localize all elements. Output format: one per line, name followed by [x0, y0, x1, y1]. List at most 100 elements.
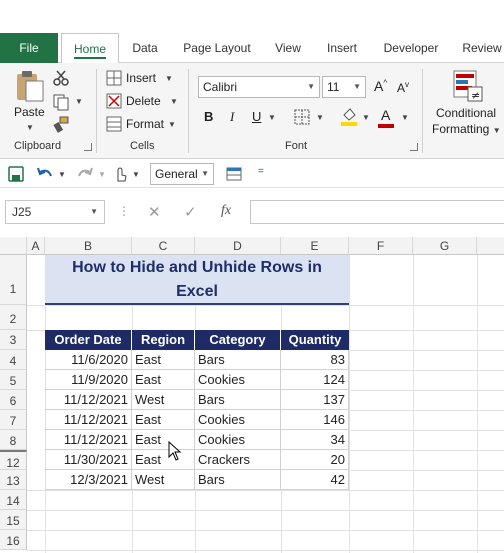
- cell-region[interactable]: West: [132, 470, 195, 490]
- column-header-b[interactable]: B: [45, 237, 132, 255]
- cell-order-date[interactable]: 11/12/2021: [45, 390, 132, 410]
- row-header-15[interactable]: 15: [0, 510, 27, 530]
- tab-developer[interactable]: Developer: [376, 33, 446, 63]
- cell-order-date[interactable]: 11/12/2021: [45, 430, 132, 450]
- cell-category[interactable]: Cookies: [195, 430, 281, 450]
- row-header-3[interactable]: 3: [0, 330, 27, 350]
- conditional-formatting-line2[interactable]: Formatting ▼: [432, 122, 501, 136]
- column-header-a[interactable]: A: [27, 237, 45, 255]
- column-header-g[interactable]: G: [413, 237, 477, 255]
- row-header-7[interactable]: 7: [0, 410, 27, 430]
- column-header-e[interactable]: E: [281, 237, 349, 255]
- font-color-chevron-icon[interactable]: ▼: [401, 113, 409, 122]
- header-order-date[interactable]: Order Date: [45, 330, 132, 350]
- font-size-select[interactable]: 11 ▼: [322, 76, 366, 98]
- row-header-13[interactable]: 13: [0, 470, 27, 490]
- tab-insert[interactable]: Insert: [318, 33, 366, 63]
- tab-page-layout[interactable]: Page Layout: [176, 33, 258, 63]
- cell-order-date[interactable]: 11/12/2021: [45, 410, 132, 430]
- copy-chevron-icon[interactable]: ▼: [75, 97, 83, 106]
- cell-quantity[interactable]: 83: [281, 350, 349, 370]
- insert-cells-button[interactable]: Insert: [126, 71, 156, 85]
- customize-qat-icon[interactable]: =: [258, 166, 264, 177]
- row-header-1[interactable]: 1: [0, 255, 27, 305]
- formula-input[interactable]: [250, 200, 504, 224]
- format-chevron-icon[interactable]: ▼: [168, 120, 176, 129]
- column-header-c[interactable]: C: [132, 237, 195, 255]
- cell-region[interactable]: East: [132, 430, 195, 450]
- cell-category[interactable]: Bars: [195, 390, 281, 410]
- font-color-button[interactable]: A: [381, 107, 390, 123]
- undo-icon[interactable]: [36, 166, 54, 182]
- delete-chevron-icon[interactable]: ▼: [170, 97, 178, 106]
- cell-category[interactable]: Bars: [195, 350, 281, 370]
- enter-icon[interactable]: ✓: [184, 203, 197, 221]
- cancel-icon[interactable]: ✕: [148, 203, 161, 221]
- tab-home[interactable]: Home: [61, 33, 119, 64]
- redo-chevron-icon[interactable]: ▼: [98, 170, 106, 179]
- grow-font-button[interactable]: A^: [374, 78, 387, 94]
- header-category[interactable]: Category: [195, 330, 281, 350]
- font-family-select[interactable]: Calibri ▼: [198, 76, 320, 98]
- touch-mode-chevron-icon[interactable]: ▼: [132, 170, 140, 179]
- autosave-icon[interactable]: [8, 166, 24, 182]
- italic-button[interactable]: I: [230, 109, 234, 125]
- column-header-h[interactable]: [477, 237, 504, 255]
- cell-region[interactable]: East: [132, 350, 195, 370]
- paste-chevron-icon[interactable]: ▼: [26, 123, 34, 132]
- undo-chevron-icon[interactable]: ▼: [58, 170, 66, 179]
- row-header-12[interactable]: 12: [0, 450, 27, 470]
- cell-quantity[interactable]: 124: [281, 370, 349, 390]
- cut-icon[interactable]: [52, 69, 70, 87]
- cell-category[interactable]: Cookies: [195, 370, 281, 390]
- insert-function-button[interactable]: fx: [221, 203, 231, 219]
- cell-region[interactable]: East: [132, 370, 195, 390]
- underline-chevron-icon[interactable]: ▼: [268, 113, 276, 122]
- font-launcher-icon[interactable]: [410, 143, 418, 151]
- insert-cells-icon[interactable]: [106, 70, 122, 86]
- row-header-14[interactable]: 14: [0, 490, 27, 510]
- insert-chevron-icon[interactable]: ▼: [165, 74, 173, 83]
- cell-quantity[interactable]: 146: [281, 410, 349, 430]
- format-cells-button[interactable]: Format: [126, 117, 164, 131]
- bold-button[interactable]: B: [204, 109, 213, 124]
- fill-color-icon[interactable]: [340, 107, 358, 127]
- row-header-2[interactable]: 2: [0, 305, 27, 330]
- row-header-8[interactable]: 8: [0, 430, 27, 450]
- header-quantity[interactable]: Quantity: [281, 330, 349, 350]
- touch-mode-icon[interactable]: [112, 165, 128, 183]
- number-format-select[interactable]: General ▼: [150, 163, 214, 185]
- name-box[interactable]: J25 ▼: [5, 200, 105, 224]
- tab-data[interactable]: Data: [124, 33, 166, 63]
- row-header-6[interactable]: 6: [0, 390, 27, 410]
- table-format-icon[interactable]: [226, 166, 242, 182]
- tab-view[interactable]: View: [268, 33, 308, 63]
- row-header-5[interactable]: 5: [0, 370, 27, 390]
- cell-category[interactable]: Crackers: [195, 450, 281, 470]
- cell-category[interactable]: Bars: [195, 470, 281, 490]
- tab-review[interactable]: Review: [456, 33, 504, 63]
- header-region[interactable]: Region: [132, 330, 195, 350]
- column-header-f[interactable]: F: [349, 237, 413, 255]
- delete-cells-icon[interactable]: [106, 93, 122, 109]
- underline-button[interactable]: U: [252, 109, 261, 124]
- conditional-formatting-line1[interactable]: Conditional: [436, 106, 496, 120]
- select-all-corner[interactable]: [0, 237, 27, 255]
- column-header-d[interactable]: D: [195, 237, 281, 255]
- cell-order-date[interactable]: 12/3/2021: [45, 470, 132, 490]
- more-options-icon[interactable]: ⋮: [118, 204, 130, 218]
- borders-chevron-icon[interactable]: ▼: [316, 113, 324, 122]
- tab-file[interactable]: File: [0, 33, 58, 63]
- cell-quantity[interactable]: 20: [281, 450, 349, 470]
- copy-icon[interactable]: [52, 93, 70, 111]
- borders-icon[interactable]: [294, 109, 310, 125]
- fill-color-chevron-icon[interactable]: ▼: [362, 113, 370, 122]
- paste-icon[interactable]: [14, 69, 46, 103]
- cell-region[interactable]: West: [132, 390, 195, 410]
- cell-quantity[interactable]: 42: [281, 470, 349, 490]
- row-header-4[interactable]: 4: [0, 350, 27, 370]
- cell-order-date[interactable]: 11/30/2021: [45, 450, 132, 470]
- delete-cells-button[interactable]: Delete: [126, 94, 161, 108]
- cell-region[interactable]: East: [132, 410, 195, 430]
- cell-quantity[interactable]: 137: [281, 390, 349, 410]
